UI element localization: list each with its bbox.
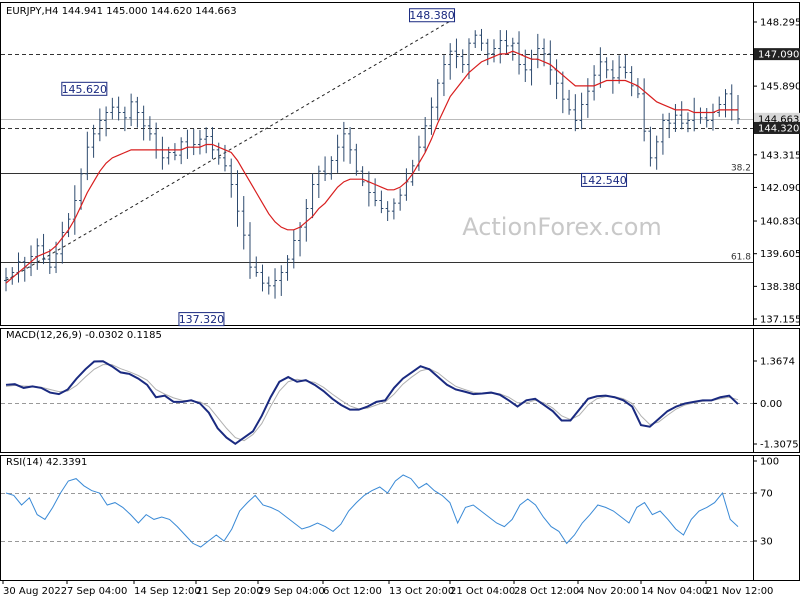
- chart-svg: ActionForex.com 38.2 61.8 148.380 145.620 142…: [0, 2, 800, 597]
- macd-frame: [0, 328, 800, 453]
- x-tick-label-11: 21 Nov 12:00: [706, 586, 773, 597]
- annotation-label-3: 137.320: [179, 313, 225, 326]
- x-tick-label-5: 6 Oct 12:00: [323, 586, 382, 597]
- x-tick-label-1: 7 Sep 04:00: [67, 586, 127, 597]
- macd-title: MACD(12,26,9) -0.0302 0.1185: [6, 330, 162, 341]
- rsi-tick-label-2: 30: [760, 537, 773, 548]
- price-title: EURJPY,H4 144.941 145.000 144.620 144.66…: [6, 6, 237, 17]
- price-panel: ActionForex.com 38.2 61.8 148.380 145.620 142…: [0, 2, 800, 327]
- fib-label-2: 38.2: [731, 164, 751, 174]
- price-tick-label-2: 143.315: [760, 150, 800, 161]
- macd-tick-label-1: 0.00: [760, 399, 782, 410]
- rsi-panel: RSI(14) 42.3391 100 70 30: [0, 455, 800, 581]
- price-tick-label-1: 145.890: [760, 82, 800, 93]
- x-tick-label-10: 14 Nov 04:00: [641, 586, 708, 597]
- macd-panel: MACD(12,26,9) -0.0302 0.1185 1.3674 0.00 -1…: [0, 328, 800, 453]
- annotation-label-2: 142.540: [581, 174, 627, 187]
- rsi-title: RSI(14) 42.3391: [6, 457, 87, 468]
- price-mark-label-2: 144.320: [758, 123, 799, 134]
- annotation-label-1: 145.620: [62, 83, 108, 96]
- price-tick-label-5: 139.605: [760, 249, 800, 260]
- x-tick-label-3: 21 Sep 20:00: [196, 586, 263, 597]
- x-tick-label-0: 30 Aug 2022: [3, 586, 67, 597]
- rsi-frame: [0, 455, 800, 581]
- x-tick-label-7: 21 Oct 04:00: [450, 586, 515, 597]
- macd-tick-label-0: 1.3674: [760, 357, 795, 368]
- fib-label-3: 61.8: [731, 253, 751, 263]
- x-tick-label-9: 4 Nov 20:00: [578, 586, 639, 597]
- price-tick-label-0: 148.295: [760, 18, 800, 29]
- x-tick-label-6: 13 Oct 20:00: [389, 586, 454, 597]
- price-tick-label-3: 142.090: [760, 183, 800, 194]
- price-tick-label-4: 140.830: [760, 217, 800, 228]
- x-tick-label-8: 28 Oct 12:00: [514, 586, 579, 597]
- x-axis: 30 Aug 2022 7 Sep 04:00 14 Sep 12:0021 Sep…: [2, 580, 773, 597]
- price-tick-label-6: 138.380: [760, 282, 800, 293]
- x-tick-label-4: 29 Sep 04:00: [258, 586, 325, 597]
- rsi-tick-label-1: 70: [760, 489, 773, 500]
- rsi-tick-label-0: 100: [760, 457, 779, 468]
- macd-tick-label-2: -1.3075: [760, 440, 799, 451]
- price-frame: [0, 2, 800, 326]
- price-tick-label-7: 137.155: [760, 315, 800, 326]
- x-tick-label-2: 14 Sep 12:00: [134, 586, 201, 597]
- watermark-text: ActionForex.com: [462, 213, 662, 241]
- price-mark-label-0: 147.090: [758, 50, 799, 61]
- annotation-label-0: 148.380: [409, 9, 455, 22]
